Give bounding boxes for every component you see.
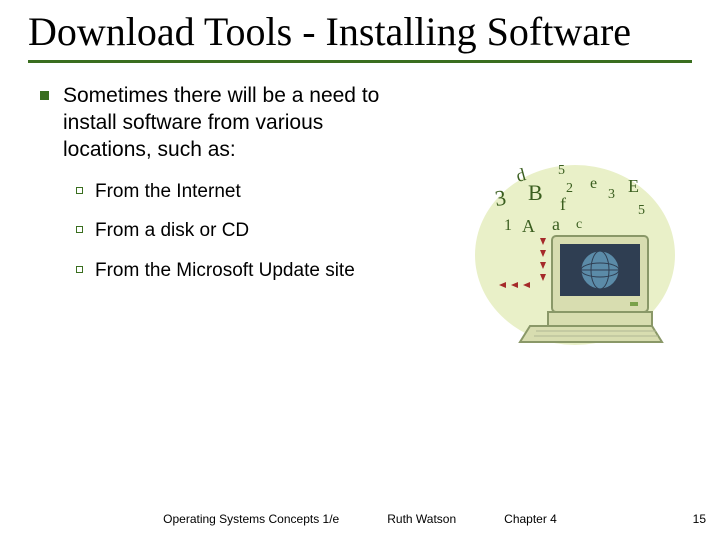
subitem-internet: From the Internet (95, 180, 241, 204)
subitem-msupdate: From the Microsoft Update site (95, 259, 355, 283)
square-bullet-outline-icon (76, 226, 83, 233)
svg-text:3: 3 (608, 187, 615, 202)
svg-text:2: 2 (566, 181, 573, 196)
svg-text:e: e (590, 175, 597, 192)
bullet-level2: From a disk or CD (76, 219, 380, 243)
svg-text:1: 1 (504, 217, 512, 234)
footer-chapter: Chapter 4 (504, 512, 557, 526)
slide-footer: Operating Systems Concepts 1/e Ruth Wats… (0, 512, 720, 526)
intro-text: Sometimes there will be a need to instal… (63, 83, 380, 164)
svg-text:f: f (560, 194, 566, 214)
page-number: 15 (693, 512, 706, 526)
computer-clipart-icon: d 5 3 B 2 e 3 E f 5 1 A a c (470, 150, 680, 350)
svg-text:c: c (576, 217, 582, 232)
svg-text:a: a (552, 214, 560, 234)
svg-text:B: B (528, 180, 543, 205)
svg-text:A: A (522, 216, 535, 236)
subitem-disk: From a disk or CD (95, 219, 249, 243)
bullet-level1: Sometimes there will be a need to instal… (40, 83, 380, 164)
bullet-level2: From the Microsoft Update site (76, 259, 380, 283)
svg-text:5: 5 (558, 163, 565, 178)
square-bullet-outline-icon (76, 266, 83, 273)
square-bullet-outline-icon (76, 187, 83, 194)
svg-text:5: 5 (638, 203, 645, 218)
slide-title: Download Tools - Installing Software (28, 10, 692, 54)
bullet-level2: From the Internet (76, 180, 380, 204)
square-bullet-icon (40, 91, 49, 100)
svg-text:E: E (628, 176, 639, 196)
svg-text:3: 3 (493, 185, 507, 211)
footer-book: Operating Systems Concepts 1/e (163, 512, 339, 526)
footer-author: Ruth Watson (387, 512, 456, 526)
